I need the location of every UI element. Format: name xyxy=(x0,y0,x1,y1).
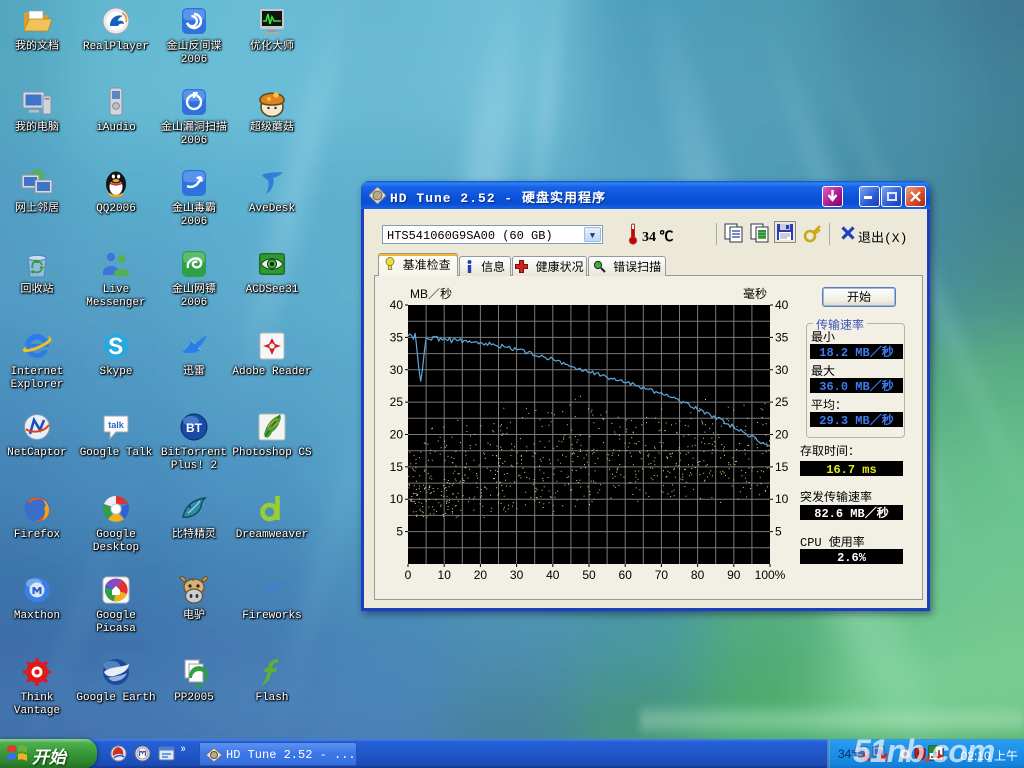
svg-text:毫秒: 毫秒 xyxy=(743,286,767,301)
svg-text:50: 50 xyxy=(582,568,596,582)
svg-text:5: 5 xyxy=(775,525,782,539)
svg-text:40: 40 xyxy=(775,298,789,312)
svg-text:10: 10 xyxy=(775,492,789,506)
svg-text:15: 15 xyxy=(775,460,789,474)
svg-text:5: 5 xyxy=(396,525,403,539)
svg-text:20: 20 xyxy=(390,428,404,442)
svg-text:BT: BT xyxy=(186,421,203,435)
svg-text:10: 10 xyxy=(390,492,404,506)
svg-text:35: 35 xyxy=(775,330,789,344)
svg-text:35: 35 xyxy=(390,330,404,344)
svg-text:40: 40 xyxy=(546,568,560,582)
svg-text:30: 30 xyxy=(775,363,789,377)
svg-text:MB／秒: MB／秒 xyxy=(410,287,452,301)
svg-text:25: 25 xyxy=(775,395,789,409)
svg-text:0: 0 xyxy=(405,568,412,582)
svg-text:20: 20 xyxy=(775,428,789,442)
svg-text:30: 30 xyxy=(390,363,404,377)
svg-text:20: 20 xyxy=(474,568,488,582)
svg-text:30: 30 xyxy=(510,568,524,582)
svg-text:80: 80 xyxy=(691,568,705,582)
svg-text:40: 40 xyxy=(390,298,404,312)
svg-text:10: 10 xyxy=(438,568,452,582)
svg-text:talk: talk xyxy=(108,420,125,430)
svg-text:90: 90 xyxy=(727,568,741,582)
svg-text:15: 15 xyxy=(390,460,404,474)
svg-text:60: 60 xyxy=(619,568,633,582)
svg-text:25: 25 xyxy=(390,395,404,409)
svg-text:100%: 100% xyxy=(755,568,786,582)
svg-text:70: 70 xyxy=(655,568,669,582)
